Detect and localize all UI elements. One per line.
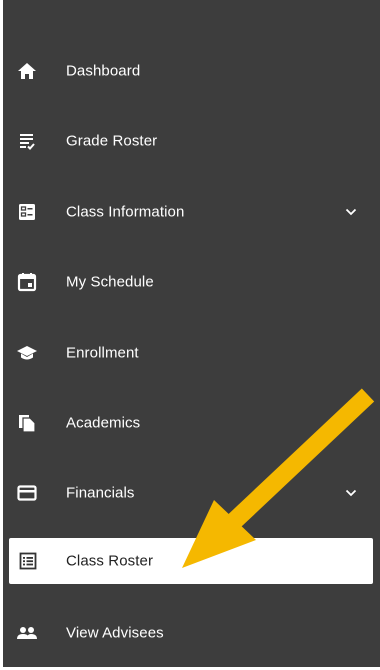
sidebar-item-label: Enrollment	[66, 344, 139, 362]
sidebar-item-label: View Advisees	[66, 624, 164, 642]
calendar-icon	[16, 271, 38, 293]
sidebar-item-financials[interactable]: Financials	[3, 470, 380, 516]
sidebar-nav: Dashboard Grade Roster Class Information	[3, 0, 380, 667]
sidebar-item-label: Grade Roster	[66, 132, 158, 150]
chevron-down-icon[interactable]	[344, 205, 358, 219]
chevron-down-icon[interactable]	[344, 486, 358, 500]
sidebar-item-my-schedule[interactable]: My Schedule	[3, 259, 380, 305]
sidebar-item-view-advisees[interactable]: View Advisees	[3, 610, 380, 656]
sidebar-item-academics[interactable]: Academics	[3, 400, 380, 446]
graduation-cap-icon	[16, 342, 38, 364]
grade-roster-icon	[16, 130, 38, 152]
sidebar-item-label: Class Roster	[66, 552, 154, 570]
sidebar-item-label: My Schedule	[66, 273, 154, 291]
people-icon	[16, 622, 38, 644]
roster-list-icon	[17, 550, 39, 572]
sidebar-item-label: Financials	[66, 484, 135, 502]
sidebar-item-dashboard[interactable]: Dashboard	[3, 48, 380, 94]
documents-icon	[16, 412, 38, 434]
sidebar-item-class-roster[interactable]: Class Roster	[9, 538, 373, 584]
sidebar-item-class-information[interactable]: Class Information	[3, 189, 380, 235]
sidebar-item-enrollment[interactable]: Enrollment	[3, 330, 380, 376]
home-icon	[16, 60, 38, 82]
sidebar-item-grade-roster[interactable]: Grade Roster	[3, 118, 380, 164]
sidebar-item-label: Academics	[66, 414, 141, 432]
sidebar-item-label: Class Information	[66, 203, 185, 221]
credit-card-icon	[16, 482, 38, 504]
sidebar-item-label: Dashboard	[66, 62, 141, 80]
class-info-icon	[16, 201, 38, 223]
